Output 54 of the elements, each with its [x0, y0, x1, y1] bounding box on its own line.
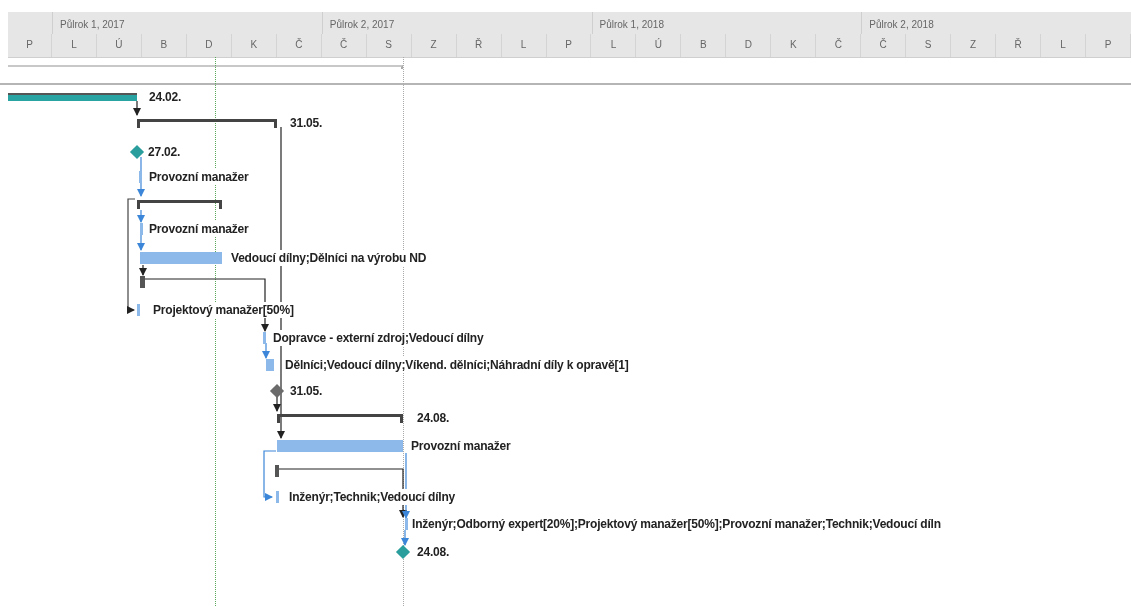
task-bar[interactable] — [263, 332, 266, 344]
month-label: L — [501, 34, 547, 57]
bar-label: Inženýr;Technik;Vedoucí dílny — [288, 489, 456, 505]
month-label: K — [771, 34, 817, 57]
month-label: Č — [276, 34, 322, 57]
month-label: Č — [816, 34, 862, 57]
task-bar[interactable] — [139, 171, 142, 183]
split-bar[interactable] — [275, 465, 279, 477]
task-bar[interactable] — [140, 252, 222, 264]
bar-label: Vedoucí dílny;Dělníci na výrobu ND — [230, 250, 428, 266]
bar-label: Inženýr;Odborný expert[20%];Projektový manažer[50%];Provozní manažer;Technik;Vedoucí díln — [411, 516, 942, 532]
month-label: Č — [861, 34, 907, 57]
month-label: P — [8, 34, 52, 57]
task-bar[interactable] — [405, 518, 408, 530]
half-year-label: Půlrok 1, 2017 — [52, 12, 322, 34]
summary-bar[interactable] — [277, 414, 403, 423]
month-label: P — [546, 34, 592, 57]
task-bar[interactable] — [140, 223, 143, 235]
bar-label: Dopravce - externí zdroj;Vedoucí dílny — [272, 330, 485, 346]
month-label: Ú — [636, 34, 682, 57]
month-label: D — [726, 34, 772, 57]
month-label: K — [231, 34, 277, 57]
month-label: Ř — [996, 34, 1042, 57]
summary-bar[interactable] — [137, 119, 277, 128]
bar-label: Dělníci;Vedoucí dílny;Víkend. dělníci;Náhradní díly k opravě[1] — [284, 357, 630, 373]
half-year-label: Půlrok 2, 2018 — [861, 12, 1131, 34]
task-bar[interactable] — [137, 304, 140, 316]
task-bar[interactable] — [276, 491, 279, 503]
bar-label: Provozní manažer — [148, 221, 250, 237]
task-bar[interactable] — [266, 359, 274, 371]
month-label: Z — [951, 34, 997, 57]
month-label: Ú — [96, 34, 142, 57]
split-bar[interactable] — [140, 276, 145, 288]
dependency-arrow — [400, 529, 410, 547]
month-label: P — [1086, 34, 1131, 57]
month-label: L — [591, 34, 637, 57]
month-label: S — [366, 34, 412, 57]
dependency-arrow — [261, 342, 271, 360]
bar-label: Provozní manažer — [148, 169, 250, 185]
half-year-label: Půlrok 2, 2017 — [321, 12, 592, 34]
month-label: Č — [321, 34, 367, 57]
summary-bar[interactable] — [137, 200, 222, 209]
month-label: S — [906, 34, 952, 57]
month-label: L — [52, 34, 97, 57]
month-label: Z — [411, 34, 457, 57]
dependency-arrow — [132, 100, 142, 117]
month-label: L — [1041, 34, 1087, 57]
month-label: B — [681, 34, 727, 57]
month-label: Ř — [456, 34, 502, 57]
bar-label: Projektový manažer[50%] — [152, 302, 295, 318]
task-bar[interactable] — [277, 440, 403, 452]
half-year-label: Půlrok 1, 2018 — [591, 12, 862, 34]
month-label: D — [186, 34, 232, 57]
month-label: B — [141, 34, 187, 57]
